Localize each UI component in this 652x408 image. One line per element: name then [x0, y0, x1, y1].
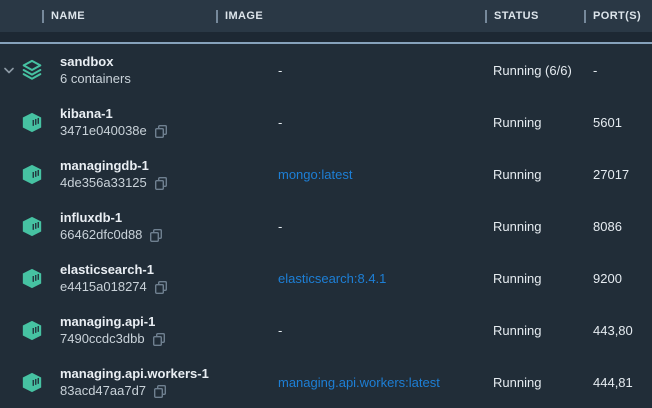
row-image: -	[216, 115, 485, 130]
row-image[interactable]: managing.api.workers:latest	[216, 375, 485, 390]
row-sub: 3471e040038e	[60, 122, 147, 140]
column-label-name: NAME	[51, 10, 85, 22]
table-row[interactable]: elasticsearch-1 e4415a018274 elasticsear…	[0, 252, 652, 304]
row-ports: 5601	[584, 115, 652, 130]
row-ports: 443,80	[584, 323, 652, 338]
row-ports: 27017	[584, 167, 652, 182]
name-cell: elasticsearch-1 e4415a018274	[0, 261, 216, 296]
row-status: Running	[485, 323, 584, 338]
row-status: Running	[485, 167, 584, 182]
table-row[interactable]: influxdb-1 66462dfc0d88 - Running 8086	[0, 200, 652, 252]
copy-icon[interactable]	[154, 124, 168, 138]
row-sub: 7490ccdc3dbb	[60, 330, 145, 348]
row-name: managing.api-1	[60, 313, 166, 330]
row-name: managing.api.workers-1	[60, 365, 209, 382]
container-icon	[22, 372, 42, 393]
column-divider	[216, 10, 218, 23]
row-sub: 66462dfc0d88	[60, 226, 142, 244]
row-sub: e4415a018274	[60, 278, 147, 296]
container-icon	[22, 112, 42, 133]
chevron-down-icon[interactable]	[4, 67, 22, 74]
name-cell: managing.api.workers-1 83acd47aa7d7	[0, 365, 216, 400]
row-name: managingdb-1	[60, 157, 168, 174]
table-body: sandbox 6 containers - Running (6/6) -	[0, 44, 652, 408]
copy-icon[interactable]	[153, 384, 167, 398]
table-row[interactable]: managingdb-1 4de356a33125 mongo:latest R…	[0, 148, 652, 200]
column-label-ports: PORT(S)	[593, 10, 641, 22]
row-ports: 9200	[584, 271, 652, 286]
row-ports: -	[584, 63, 652, 78]
column-divider	[42, 10, 44, 23]
row-image[interactable]: elasticsearch:8.4.1	[216, 271, 485, 286]
column-label-image: IMAGE	[225, 10, 263, 22]
copy-icon[interactable]	[154, 280, 168, 294]
row-sub: 4de356a33125	[60, 174, 147, 192]
row-ports: 444,81	[584, 375, 652, 390]
column-header-image[interactable]: IMAGE	[216, 0, 485, 32]
row-sub: 83acd47aa7d7	[60, 382, 146, 400]
copy-icon[interactable]	[154, 176, 168, 190]
name-cell: managing.api-1 7490ccdc3dbb	[0, 313, 216, 348]
row-status: Running	[485, 219, 584, 234]
row-name: sandbox	[60, 53, 131, 70]
row-image[interactable]: mongo:latest	[216, 167, 485, 182]
row-image: -	[216, 323, 485, 338]
header-gap	[0, 32, 652, 42]
column-header-status[interactable]: STATUS	[485, 0, 584, 32]
name-cell: managingdb-1 4de356a33125	[0, 157, 216, 192]
copy-icon[interactable]	[149, 228, 163, 242]
column-divider	[485, 10, 487, 23]
copy-icon[interactable]	[152, 332, 166, 346]
table-row[interactable]: managing.api.workers-1 83acd47aa7d7 mana…	[0, 356, 652, 408]
row-image: -	[216, 219, 485, 234]
row-status: Running	[485, 375, 584, 390]
name-cell: sandbox 6 containers	[0, 53, 216, 88]
row-name: kibana-1	[60, 105, 168, 122]
container-icon	[22, 216, 42, 237]
name-cell: influxdb-1 66462dfc0d88	[0, 209, 216, 244]
table-row[interactable]: managing.api-1 7490ccdc3dbb - Running 44…	[0, 304, 652, 356]
container-icon	[22, 320, 42, 341]
table-header: NAME IMAGE STATUS PORT(S)	[0, 0, 652, 32]
row-status: Running	[485, 115, 584, 130]
row-name: elasticsearch-1	[60, 261, 168, 278]
table-row[interactable]: sandbox 6 containers - Running (6/6) -	[0, 44, 652, 96]
row-status: Running (6/6)	[485, 63, 584, 78]
column-header-name[interactable]: NAME	[0, 0, 216, 32]
column-header-ports[interactable]: PORT(S)	[584, 0, 652, 32]
container-icon	[22, 164, 42, 185]
row-image: -	[216, 63, 485, 78]
row-status: Running	[485, 271, 584, 286]
stack-icon	[22, 59, 42, 81]
column-divider	[584, 10, 586, 23]
container-icon	[22, 268, 42, 289]
column-label-status: STATUS	[494, 10, 539, 22]
row-sub: 6 containers	[60, 70, 131, 88]
table-row[interactable]: kibana-1 3471e040038e - Running 5601	[0, 96, 652, 148]
row-ports: 8086	[584, 219, 652, 234]
name-cell: kibana-1 3471e040038e	[0, 105, 216, 140]
row-name: influxdb-1	[60, 209, 163, 226]
